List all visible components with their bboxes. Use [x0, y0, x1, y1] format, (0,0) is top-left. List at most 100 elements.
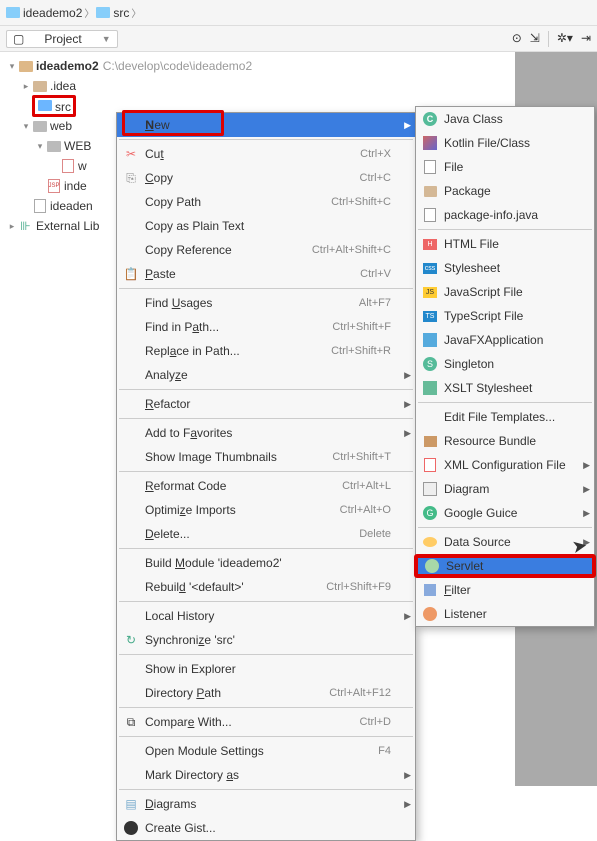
shortcut: Ctrl+Alt+L — [342, 480, 391, 492]
github-icon — [123, 820, 139, 836]
node-label: WEB — [64, 139, 91, 153]
menu-item-typescript[interactable]: TSTypeScript File — [416, 304, 594, 328]
menu-item-create-gist[interactable]: Create Gist... — [117, 816, 415, 840]
menu-item-rebuild[interactable]: Rebuild '<default>'Ctrl+Shift+F9 — [117, 575, 415, 599]
menu-item-find-in-path[interactable]: Find in Path... Ctrl+Shift+F — [117, 315, 415, 339]
separator — [119, 389, 413, 390]
shortcut: Ctrl+Alt+O — [340, 504, 391, 516]
new-submenu: CJava Class Kotlin File/Class File Packa… — [415, 106, 595, 627]
menu-item-xslt[interactable]: XSLT Stylesheet — [416, 376, 594, 400]
menu-item-copy[interactable]: ⎘CopyCtrl+C — [117, 166, 415, 190]
chevron-down-icon: ▾ — [34, 141, 46, 152]
tree-node-idea[interactable]: ▸.idea — [0, 76, 597, 96]
menu-label: Kotlin File/Class — [444, 136, 530, 150]
menu-item-directory-path[interactable]: Directory PathCtrl+Alt+F12 — [117, 681, 415, 705]
html-icon: H — [422, 236, 438, 252]
breadcrumb-item[interactable]: ideademo2 — [6, 6, 82, 20]
menu-item-stylesheet[interactable]: cssStylesheet — [416, 256, 594, 280]
node-label: ideaden — [50, 199, 93, 213]
compare-icon: ⧉ — [123, 714, 139, 730]
menu-label: Paste — [145, 267, 176, 281]
menu-item-build-module[interactable]: Build Module 'ideademo2' — [117, 551, 415, 575]
menu-item-paste[interactable]: 📋PasteCtrl+V — [117, 262, 415, 286]
menu-item-analyze[interactable]: Analyze▶ — [117, 363, 415, 387]
iml-file-icon — [34, 199, 46, 213]
chevron-down-icon: ▾ — [6, 61, 18, 72]
menu-label: HTML File — [444, 237, 499, 251]
menu-label: Diagram — [444, 482, 489, 496]
menu-item-package-info[interactable]: package-info.java — [416, 203, 594, 227]
menu-item-local-history[interactable]: Local History▶ — [117, 604, 415, 628]
submenu-arrow-icon: ▶ — [583, 537, 590, 548]
menu-item-copy-plain[interactable]: Copy as Plain Text — [117, 214, 415, 238]
menu-label: Filter — [444, 583, 471, 597]
breadcrumb-label: src — [113, 6, 129, 20]
menu-item-refactor[interactable]: Refactor▶ — [117, 392, 415, 416]
menu-item-datasource[interactable]: Data Source ▶ — [416, 530, 594, 554]
menu-item-diagram[interactable]: Diagram▶ — [416, 477, 594, 501]
shortcut: Ctrl+D — [360, 716, 391, 728]
hide-icon[interactable]: ⇥ — [581, 31, 591, 47]
breadcrumb-item[interactable]: src — [96, 6, 129, 20]
menu-label: Copy — [145, 171, 173, 185]
menu-item-reformat[interactable]: Reformat Code Ctrl+Alt+L — [117, 474, 415, 498]
menu-label: Delete... — [145, 527, 190, 541]
tree-node-root[interactable]: ▾ideademo2C:\develop\code\ideademo2 — [0, 56, 597, 76]
collapse-icon[interactable]: ⇲ — [530, 31, 540, 47]
menu-item-optimize-imports[interactable]: Optimize ImportsCtrl+Alt+O — [117, 498, 415, 522]
menu-item-mark-directory[interactable]: Mark Directory as▶ — [117, 763, 415, 787]
menu-item-servlet[interactable]: Servlet — [414, 554, 596, 578]
menu-item-add-favorites[interactable]: Add to Favorites▶ — [117, 421, 415, 445]
menu-item-java-class[interactable]: CJava Class — [416, 107, 594, 131]
menu-label: Find in Path... — [145, 320, 219, 334]
menu-label: Show in Explorer — [145, 662, 236, 676]
menu-item-thumbnails[interactable]: Show Image ThumbnailsCtrl+Shift+T — [117, 445, 415, 469]
diagram-icon: ▤ — [123, 796, 139, 812]
menu-item-resource-bundle[interactable]: Resource Bundle — [416, 429, 594, 453]
menu-item-new[interactable]: NNew▶ — [117, 113, 415, 137]
menu-label: Reformat Code — [145, 479, 226, 493]
menu-item-file[interactable]: File — [416, 155, 594, 179]
menu-label: Open Module Settings — [145, 744, 264, 758]
menu-item-guice[interactable]: GGoogle Guice▶ — [416, 501, 594, 525]
project-view-selector[interactable]: ▢ Project ▼ — [6, 30, 118, 48]
menu-label: Show Image Thumbnails — [145, 450, 277, 464]
target-icon[interactable]: ⊙ — [512, 31, 522, 47]
gear-icon[interactable]: ✲▾ — [557, 31, 573, 47]
menu-label: Data Source — [444, 535, 511, 549]
menu-item-find-usages[interactable]: Find UsagesAlt+F7 — [117, 291, 415, 315]
menu-item-synchronize[interactable]: ↻Synchronize 'src' — [117, 628, 415, 652]
menu-item-replace-in-path[interactable]: Replace in Path...Ctrl+Shift+R — [117, 339, 415, 363]
menu-label: New — [146, 118, 170, 132]
shortcut: Ctrl+Shift+F — [332, 321, 391, 333]
menu-item-edit-templates[interactable]: Edit File Templates... — [416, 405, 594, 429]
menu-item-compare[interactable]: ⧉Compare With...Ctrl+D — [117, 710, 415, 734]
menu-item-diagrams[interactable]: ▤Diagrams▶ — [117, 792, 415, 816]
menu-label: Diagrams — [145, 797, 196, 811]
diagram-icon — [422, 481, 438, 497]
menu-item-javascript[interactable]: JSJavaScript File — [416, 280, 594, 304]
menu-item-delete[interactable]: Delete...Delete — [117, 522, 415, 546]
menu-item-package[interactable]: Package — [416, 179, 594, 203]
menu-item-filter[interactable]: Filter — [416, 578, 594, 602]
menu-item-explorer[interactable]: Show in Explorer — [117, 657, 415, 681]
menu-item-copy-reference[interactable]: Copy ReferenceCtrl+Alt+Shift+C — [117, 238, 415, 262]
menu-item-kotlin[interactable]: Kotlin File/Class — [416, 131, 594, 155]
menu-item-html[interactable]: H HTML File — [416, 232, 594, 256]
menu-label: Directory Path — [145, 686, 221, 700]
shortcut: Ctrl+Shift+C — [331, 196, 391, 208]
chevron-right-icon: ▸ — [20, 81, 32, 92]
menu-item-singleton[interactable]: SSingleton — [416, 352, 594, 376]
menu-item-open-module[interactable]: Open Module SettingsF4 — [117, 739, 415, 763]
menu-item-copy-path[interactable]: Copy PathCtrl+Shift+C — [117, 190, 415, 214]
submenu-arrow-icon: ▶ — [404, 428, 411, 439]
separator — [119, 548, 413, 549]
menu-label: TypeScript File — [444, 309, 523, 323]
menu-item-listener[interactable]: Listener — [416, 602, 594, 626]
menu-item-cut[interactable]: ✂CutCtrl+X — [117, 142, 415, 166]
node-label: External Lib — [36, 219, 99, 233]
menu-item-xml-config[interactable]: XML Configuration File▶ — [416, 453, 594, 477]
menu-label: XSLT Stylesheet — [444, 381, 532, 395]
menu-item-javafx[interactable]: JavaFXApplication — [416, 328, 594, 352]
xml-icon — [422, 457, 438, 473]
